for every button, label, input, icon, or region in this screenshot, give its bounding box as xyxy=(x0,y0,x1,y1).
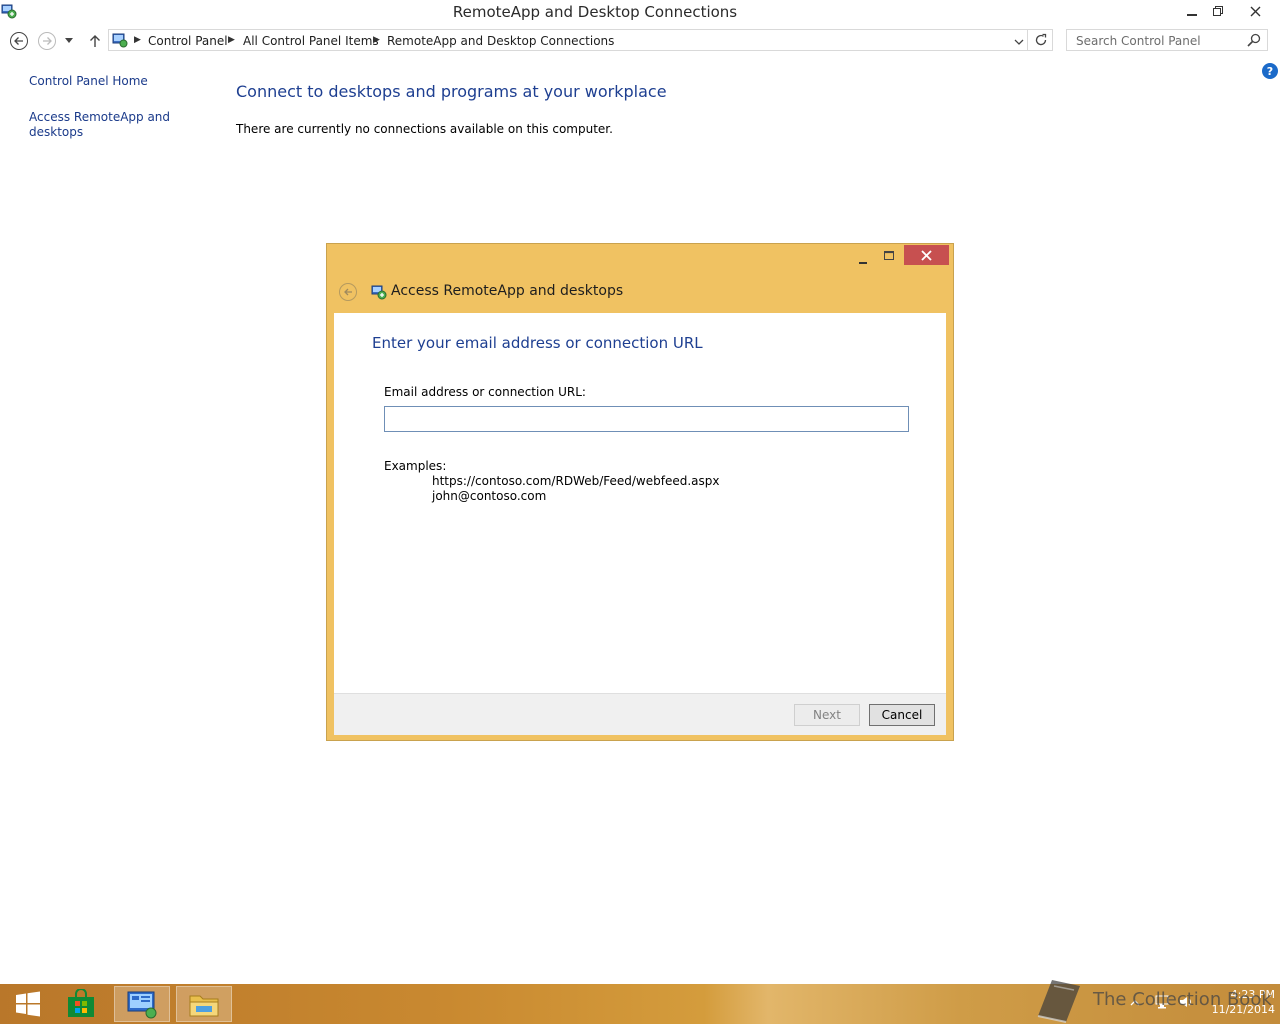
dialog-body: Enter your email address or connection U… xyxy=(334,313,946,693)
close-button[interactable] xyxy=(1241,0,1269,22)
breadcrumb-separator-icon[interactable]: ▶ xyxy=(228,35,235,45)
no-connections-message: There are currently no connections avail… xyxy=(236,122,613,136)
refresh-icon[interactable] xyxy=(1034,33,1048,50)
dialog-back-arrow-icon[interactable] xyxy=(339,283,357,301)
dialog-minimize-button[interactable] xyxy=(852,245,874,265)
store-taskbar-icon[interactable] xyxy=(53,986,109,1022)
breadcrumb-remoteapp[interactable]: RemoteApp and Desktop Connections xyxy=(387,34,614,48)
window-title: RemoteApp and Desktop Connections xyxy=(452,3,738,21)
restore-button[interactable] xyxy=(1204,0,1232,22)
watermark: The Collection Book xyxy=(1030,976,1272,1024)
search-box[interactable] xyxy=(1066,29,1268,51)
email-or-url-input[interactable] xyxy=(384,406,909,432)
book-watermark-icon xyxy=(1037,980,1080,1023)
window-title-bar: RemoteApp and Desktop Connections xyxy=(0,0,1280,23)
breadcrumb-control-panel[interactable]: Control Panel xyxy=(148,34,228,48)
file-explorer-taskbar-icon[interactable] xyxy=(176,986,232,1022)
recent-locations-chevron-icon[interactable] xyxy=(62,31,76,51)
control-panel-icon xyxy=(112,32,128,48)
dialog-title: Access RemoteApp and desktops xyxy=(391,283,624,299)
dialog-footer: Next Cancel xyxy=(334,693,946,735)
cancel-button[interactable]: Cancel xyxy=(869,704,935,726)
dialog-heading: Enter your email address or connection U… xyxy=(372,334,703,352)
breadcrumb-all-items[interactable]: All Control Panel Items xyxy=(243,34,379,48)
help-icon[interactable]: ? xyxy=(1262,63,1278,79)
dialog-remoteapp-icon xyxy=(371,284,387,300)
address-dropdown-chevron-icon[interactable] xyxy=(1014,35,1024,49)
breadcrumb-separator-icon[interactable]: ▶ xyxy=(134,35,141,45)
search-input[interactable] xyxy=(1074,33,1248,49)
back-button[interactable] xyxy=(9,31,29,51)
example-email: john@contoso.com xyxy=(432,489,547,503)
example-url: https://contoso.com/RDWeb/Feed/webfeed.a… xyxy=(432,474,720,488)
url-field-label: Email address or connection URL: xyxy=(384,385,586,399)
access-remoteapp-link[interactable]: Access RemoteApp and desktops xyxy=(29,110,179,140)
address-divider xyxy=(1027,30,1028,50)
address-bar[interactable]: ▶ Control Panel ▶ All Control Panel Item… xyxy=(108,29,1053,51)
dialog-close-button[interactable] xyxy=(904,245,949,265)
dialog-maximize-button[interactable] xyxy=(878,245,900,265)
minimize-button[interactable] xyxy=(1178,0,1206,22)
breadcrumb-separator-icon[interactable]: ▶ xyxy=(373,35,380,45)
examples-label: Examples: xyxy=(384,459,447,473)
up-button[interactable] xyxy=(85,31,105,51)
control-panel-home-link[interactable]: Control Panel Home xyxy=(29,74,148,89)
page-heading: Connect to desktops and programs at your… xyxy=(236,82,667,101)
next-button[interactable]: Next xyxy=(794,704,860,726)
forward-button[interactable] xyxy=(37,31,57,51)
watermark-text: The Collection Book xyxy=(1093,989,1272,1010)
search-icon[interactable] xyxy=(1247,33,1261,50)
start-button[interactable] xyxy=(0,986,56,1022)
access-remoteapp-dialog: Access RemoteApp and desktops Enter your… xyxy=(326,243,954,741)
control-panel-taskbar-icon[interactable] xyxy=(114,986,170,1022)
